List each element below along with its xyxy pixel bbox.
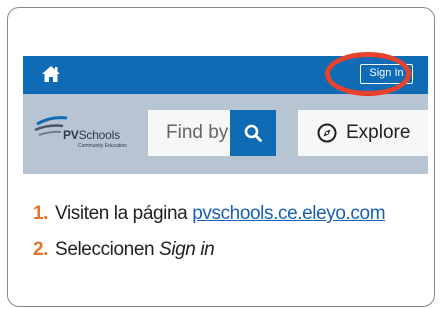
search-bar-area: PVSchools Community Education Explore bbox=[23, 94, 428, 174]
explore-label: Explore bbox=[346, 122, 411, 143]
brand-subtitle: Community Education bbox=[78, 143, 127, 149]
compass-icon bbox=[317, 123, 337, 143]
search-button[interactable] bbox=[230, 110, 276, 156]
step-1: 1. Visiten la página pvschools.ce.eleyo.c… bbox=[33, 203, 386, 239]
instruction-steps: 1. Visiten la página pvschools.ce.eleyo.c… bbox=[33, 203, 386, 275]
explore-button[interactable]: Explore bbox=[298, 110, 428, 156]
step-number: 1. bbox=[33, 203, 49, 224]
brand-name: PVSchools bbox=[63, 128, 120, 142]
step-number: 2. bbox=[33, 239, 49, 260]
step-2: 2. Seleccionen Sign in bbox=[33, 239, 385, 275]
pvschools-logo[interactable]: PVSchools Community Education bbox=[33, 110, 128, 150]
site-link[interactable]: pvschools.ce.eleyo.com bbox=[192, 203, 385, 224]
home-icon[interactable] bbox=[41, 65, 61, 83]
search-input[interactable] bbox=[148, 110, 230, 156]
step-text: Seleccionen bbox=[55, 239, 160, 260]
step-emphasis: Sign in bbox=[159, 239, 215, 260]
search-icon bbox=[244, 124, 262, 142]
sign-in-highlight-circle bbox=[325, 52, 411, 96]
step-text: Visiten la página bbox=[55, 203, 193, 224]
